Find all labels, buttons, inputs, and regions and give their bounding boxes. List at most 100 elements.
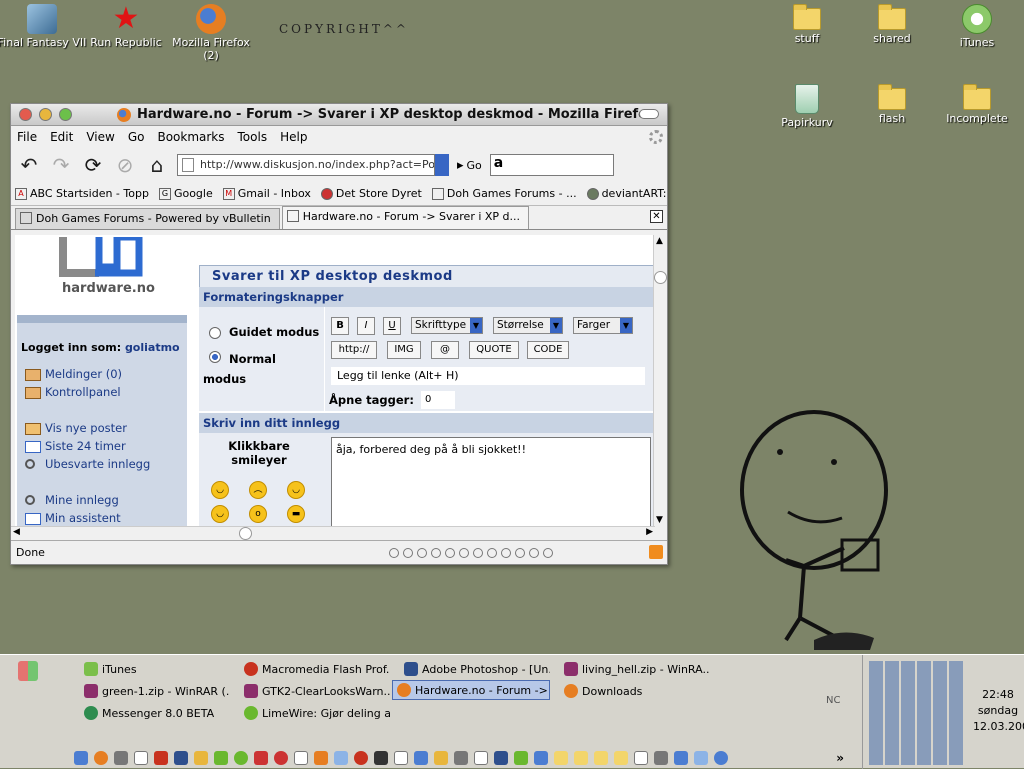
desktop-icon-firefox[interactable]: Mozilla Firefox (2) [166, 4, 256, 62]
username-link[interactable]: goliatmo [125, 341, 180, 354]
link-unanswered[interactable]: Ubesvarte innlegg [45, 457, 150, 471]
quick-launch-icon[interactable] [214, 751, 228, 765]
stop-button[interactable]: ⊘ [113, 153, 137, 177]
media-button-icon[interactable] [487, 547, 497, 558]
quick-launch-icon[interactable] [74, 751, 88, 765]
chevron-right-icon[interactable]: » [836, 751, 844, 765]
media-button-icon[interactable] [431, 547, 441, 558]
link-messages[interactable]: Meldinger (0) [45, 367, 122, 381]
quick-launch-icon[interactable] [174, 751, 188, 765]
task-messenger[interactable]: Messenger 8.0 BETA [80, 703, 230, 723]
grin-smiley-icon[interactable]: ◡ [211, 481, 229, 499]
code-button[interactable]: CODE [527, 341, 569, 359]
media-button-icon[interactable] [417, 547, 427, 558]
tab-doh-games[interactable]: Doh Games Forums - Powered by vBulletin [15, 208, 280, 229]
tab-hardware-forum[interactable]: Hardware.no - Forum -> Svarer i XP d... [281, 206, 530, 229]
quick-launch-icon[interactable] [654, 751, 668, 765]
horizontal-scrollbar[interactable]: ◀ ▶ [11, 526, 655, 540]
quick-launch-icon[interactable] [254, 751, 268, 765]
img-button[interactable]: IMG [387, 341, 421, 359]
scroll-up-arrow-icon[interactable]: ▲ [656, 236, 663, 246]
link-my-posts[interactable]: Mine innlegg [45, 493, 119, 507]
task-flash[interactable]: Macromedia Flash Prof... [240, 659, 390, 679]
quick-launch-icon[interactable] [314, 751, 328, 765]
cool-smiley-icon[interactable]: ▬ [287, 505, 305, 523]
address-bar[interactable]: http://www.diskusjon.no/index.php?act=Po [177, 154, 435, 176]
sad-smiley-icon[interactable]: ︵ [249, 481, 267, 499]
media-button-icon[interactable] [515, 547, 525, 558]
scroll-down-arrow-icon[interactable]: ▼ [656, 515, 663, 525]
quick-launch-icon[interactable] [474, 751, 488, 765]
italic-button[interactable]: I [357, 317, 375, 335]
quick-launch-icon[interactable] [274, 751, 288, 765]
vertical-scrollbar[interactable]: ▲ ▼ [653, 235, 667, 526]
quick-launch-icon[interactable] [194, 751, 208, 765]
link-control-panel[interactable]: Kontrollpanel [45, 385, 121, 399]
bookmark-abc[interactable]: A ABC Startsiden - Topp [15, 187, 149, 200]
link-my-assistant[interactable]: Min assistent [45, 511, 121, 525]
reload-button[interactable]: ⟳ [81, 153, 105, 177]
quick-launch-icon[interactable] [414, 751, 428, 765]
guided-mode-radio[interactable] [209, 327, 221, 339]
task-downloads[interactable]: Downloads [560, 681, 710, 701]
scroll-thumb[interactable] [239, 527, 252, 540]
scroll-left-arrow-icon[interactable]: ◀ [13, 527, 20, 537]
email-button[interactable]: @ [431, 341, 459, 359]
desktop-icon-recycle-bin[interactable]: Papirkurv [762, 84, 852, 129]
scroll-right-arrow-icon[interactable]: ▶ [646, 527, 653, 537]
menu-file[interactable]: File [17, 130, 37, 144]
quick-launch-icon[interactable] [594, 751, 608, 765]
minimize-window-button[interactable] [39, 108, 52, 121]
address-dropdown-button[interactable] [435, 154, 449, 176]
media-button-icon[interactable] [543, 547, 553, 558]
close-window-button[interactable] [19, 108, 32, 121]
surprised-smiley-icon[interactable]: o [249, 505, 267, 523]
quick-launch-icon[interactable] [694, 751, 708, 765]
desktop-icon-shared[interactable]: shared [847, 4, 937, 45]
menu-edit[interactable]: Edit [50, 130, 73, 144]
quick-launch-icon[interactable] [454, 751, 468, 765]
media-button-icon[interactable] [501, 547, 511, 558]
task-hardware-forum[interactable]: Hardware.no - Forum ->... [392, 680, 550, 700]
bookmark-deviantart[interactable]: deviantART: where ... [586, 187, 667, 200]
scroll-thumb[interactable] [654, 271, 667, 284]
quick-launch-icon[interactable] [354, 751, 368, 765]
bold-button[interactable]: B [331, 317, 349, 335]
color-select[interactable]: Farger [573, 317, 633, 334]
media-button-icon[interactable] [459, 547, 469, 558]
home-button[interactable]: ⌂ [145, 153, 169, 177]
clock[interactable]: 22:48 søndag 12.03.2006 [973, 687, 1024, 735]
desktop-icon-flash[interactable]: flash [847, 84, 937, 125]
font-select[interactable]: Skrifttype [411, 317, 483, 334]
task-green-zip[interactable]: green-1.zip - WinRAR (... [80, 681, 230, 701]
quick-launch-icon[interactable] [394, 751, 408, 765]
bookmark-det-store-dyret[interactable]: Det Store Dyret [320, 187, 422, 200]
quick-launch-icon[interactable] [154, 751, 168, 765]
task-limewire[interactable]: LimeWire: Gjør deling a... [240, 703, 390, 723]
quick-launch-icon[interactable] [574, 751, 588, 765]
menu-go[interactable]: Go [128, 130, 145, 144]
media-button-icon[interactable] [403, 547, 413, 558]
window-titlebar[interactable]: Hardware.no - Forum -> Svarer i XP deskt… [11, 104, 667, 126]
menu-tools[interactable]: Tools [238, 130, 268, 144]
media-button-icon[interactable] [389, 547, 399, 558]
quick-launch-icon[interactable] [534, 751, 548, 765]
smile-smiley-icon[interactable]: ◡ [287, 481, 305, 499]
size-select[interactable]: Størrelse [493, 317, 563, 334]
underline-button[interactable]: U [383, 317, 401, 335]
desktop-icon-incomplete[interactable]: Incomplete [932, 84, 1022, 125]
quick-launch-icon[interactable] [514, 751, 528, 765]
back-button[interactable]: ↶ [17, 153, 41, 177]
menu-help[interactable]: Help [280, 130, 307, 144]
link-last-24h[interactable]: Siste 24 timer [45, 439, 126, 453]
quick-launch-icon[interactable] [614, 751, 628, 765]
quote-button[interactable]: QUOTE [469, 341, 519, 359]
task-itunes[interactable]: iTunes [80, 659, 230, 679]
menu-view[interactable]: View [86, 130, 114, 144]
laugh-smiley-icon[interactable]: ◡ [211, 505, 229, 523]
forward-button[interactable]: ↷ [49, 153, 73, 177]
quick-launch-icon[interactable] [374, 751, 388, 765]
quick-launch-icon[interactable] [494, 751, 508, 765]
desktop-icon-itunes[interactable]: iTunes [932, 4, 1022, 49]
close-tab-button[interactable]: ✕ [650, 210, 663, 223]
